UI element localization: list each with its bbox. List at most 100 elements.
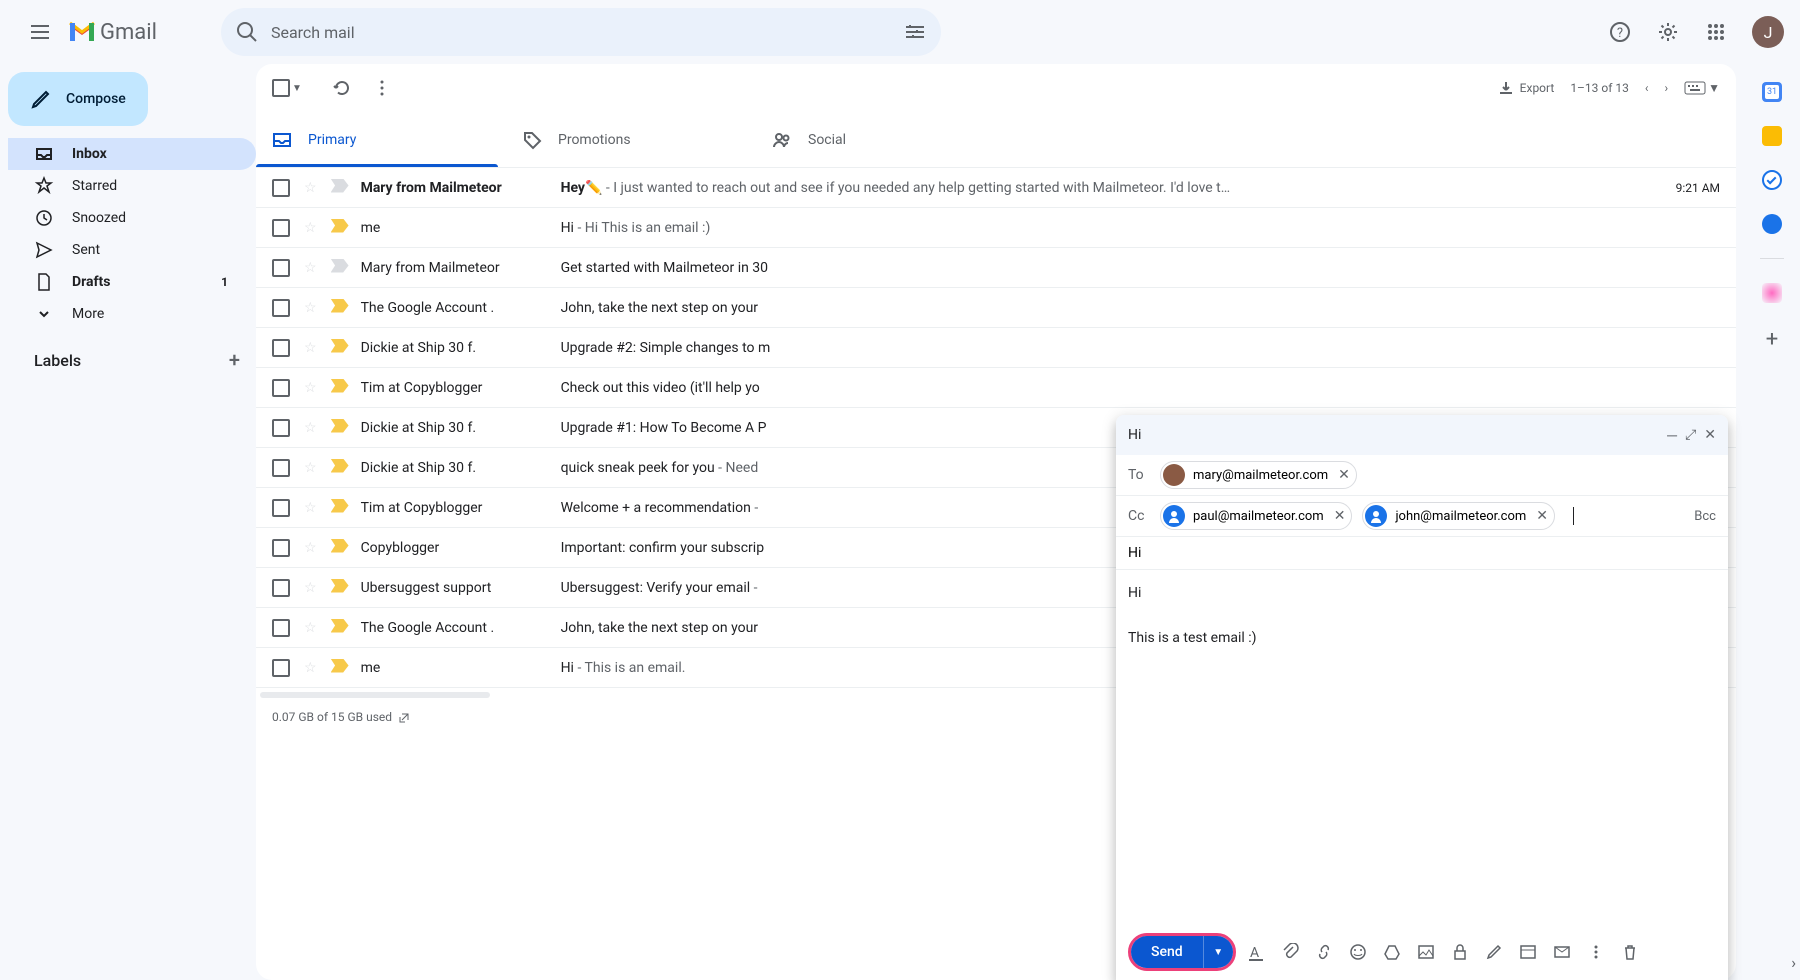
- attach-button[interactable]: [1280, 942, 1300, 962]
- importance-marker[interactable]: [331, 379, 349, 397]
- star-button[interactable]: ☆: [304, 380, 317, 396]
- tab-promotions[interactable]: Promotions: [506, 112, 756, 167]
- prev-page-button[interactable]: ‹: [1645, 81, 1649, 95]
- email-row[interactable]: ☆meHi - Hi This is an email :): [256, 208, 1736, 248]
- streak-app-icon[interactable]: [1762, 283, 1782, 303]
- star-button[interactable]: ☆: [304, 620, 317, 636]
- input-tools-button[interactable]: ▼: [1684, 81, 1720, 95]
- apps-button[interactable]: [1696, 12, 1736, 52]
- sidebar-item-sent[interactable]: Sent: [8, 234, 256, 266]
- remove-recipient-button[interactable]: ✕: [1338, 467, 1350, 483]
- importance-marker[interactable]: [331, 259, 349, 277]
- importance-marker[interactable]: [331, 299, 349, 317]
- row-checkbox[interactable]: [272, 379, 290, 397]
- row-checkbox[interactable]: [272, 499, 290, 517]
- more-button[interactable]: [362, 68, 402, 108]
- insert-drive-button[interactable]: [1382, 942, 1402, 962]
- main-menu-button[interactable]: [16, 8, 64, 56]
- insert-signature-button[interactable]: [1484, 942, 1504, 962]
- importance-marker[interactable]: [331, 659, 349, 677]
- settings-button[interactable]: [1648, 12, 1688, 52]
- row-checkbox[interactable]: [272, 219, 290, 237]
- star-button[interactable]: ☆: [304, 580, 317, 596]
- contacts-app-icon[interactable]: [1762, 214, 1782, 234]
- star-button[interactable]: ☆: [304, 180, 317, 196]
- insert-link-button[interactable]: [1314, 942, 1334, 962]
- sidebar-item-snoozed[interactable]: Snoozed: [8, 202, 256, 234]
- row-checkbox[interactable]: [272, 419, 290, 437]
- select-all-checkbox[interactable]: [272, 79, 290, 97]
- more-options-button[interactable]: [1586, 942, 1606, 962]
- recipient-chip[interactable]: paul@mailmeteor.com ✕: [1160, 502, 1352, 530]
- recipient-chip[interactable]: mary@mailmeteor.com ✕: [1160, 461, 1357, 489]
- sidebar-item-inbox[interactable]: Inbox: [8, 138, 256, 170]
- row-checkbox[interactable]: [272, 579, 290, 597]
- compose-button[interactable]: Compose: [8, 72, 148, 126]
- select-all-dropdown[interactable]: ▼: [292, 83, 302, 94]
- email-row[interactable]: ☆Mary from MailmeteorHey✏️ - I just want…: [256, 168, 1736, 208]
- compose-body[interactable]: Hi This is a test email :): [1116, 570, 1728, 924]
- discard-draft-button[interactable]: [1620, 942, 1640, 962]
- star-button[interactable]: ☆: [304, 260, 317, 276]
- send-options-button[interactable]: ▼: [1203, 936, 1233, 968]
- confidential-mode-button[interactable]: [1450, 942, 1470, 962]
- remove-recipient-button[interactable]: ✕: [1334, 508, 1346, 524]
- importance-marker[interactable]: [331, 499, 349, 517]
- tab-social[interactable]: Social: [756, 112, 1006, 167]
- send-button[interactable]: Send: [1131, 936, 1203, 968]
- account-avatar[interactable]: J: [1752, 16, 1784, 48]
- minimize-button[interactable]: ─: [1667, 427, 1677, 444]
- keep-app-icon[interactable]: [1762, 126, 1782, 146]
- star-button[interactable]: ☆: [304, 340, 317, 356]
- importance-marker[interactable]: [331, 179, 349, 197]
- add-app-button[interactable]: +: [1766, 327, 1778, 352]
- bcc-toggle[interactable]: Bcc: [1694, 509, 1716, 524]
- recipient-chip[interactable]: john@mailmeteor.com ✕: [1362, 502, 1555, 530]
- sidebar-item-starred[interactable]: Starred: [8, 170, 256, 202]
- row-checkbox[interactable]: [272, 659, 290, 677]
- next-page-button[interactable]: ›: [1665, 81, 1669, 95]
- sidebar-item-drafts[interactable]: Drafts1: [8, 266, 256, 298]
- open-in-new-icon[interactable]: [398, 710, 412, 724]
- row-checkbox[interactable]: [272, 539, 290, 557]
- row-checkbox[interactable]: [272, 179, 290, 197]
- row-checkbox[interactable]: [272, 339, 290, 357]
- subject-field[interactable]: Hi: [1116, 537, 1728, 570]
- email-row[interactable]: ☆Dickie at Ship 30 f.Upgrade #2: Simple …: [256, 328, 1736, 368]
- star-button[interactable]: ☆: [304, 540, 317, 556]
- export-button[interactable]: Export: [1498, 80, 1555, 96]
- refresh-button[interactable]: [322, 68, 362, 108]
- fullscreen-button[interactable]: ⤢: [1685, 427, 1696, 444]
- email-row[interactable]: ☆Mary from MailmeteorGet started with Ma…: [256, 248, 1736, 288]
- row-checkbox[interactable]: [272, 459, 290, 477]
- importance-marker[interactable]: [331, 339, 349, 357]
- support-button[interactable]: ?: [1600, 12, 1640, 52]
- sidebar-item-more[interactable]: More: [8, 298, 256, 330]
- row-checkbox[interactable]: [272, 259, 290, 277]
- side-panel-toggle[interactable]: ›: [1791, 953, 1796, 972]
- formatting-button[interactable]: A: [1246, 942, 1266, 962]
- importance-marker[interactable]: [331, 579, 349, 597]
- row-checkbox[interactable]: [272, 299, 290, 317]
- mailmeteor-button[interactable]: [1552, 942, 1572, 962]
- logo[interactable]: Gmail: [68, 20, 157, 45]
- importance-marker[interactable]: [331, 219, 349, 237]
- tab-primary[interactable]: Primary: [256, 112, 506, 167]
- importance-marker[interactable]: [331, 619, 349, 637]
- search-bar[interactable]: [221, 8, 941, 56]
- row-checkbox[interactable]: [272, 619, 290, 637]
- star-button[interactable]: ☆: [304, 420, 317, 436]
- insert-emoji-button[interactable]: [1348, 942, 1368, 962]
- star-button[interactable]: ☆: [304, 300, 317, 316]
- importance-marker[interactable]: [331, 539, 349, 557]
- email-row[interactable]: ☆Tim at CopybloggerCheck out this video …: [256, 368, 1736, 408]
- importance-marker[interactable]: [331, 419, 349, 437]
- add-label-button[interactable]: +: [229, 348, 240, 372]
- star-button[interactable]: ☆: [304, 460, 317, 476]
- close-compose-button[interactable]: ✕: [1704, 427, 1716, 444]
- star-button[interactable]: ☆: [304, 500, 317, 516]
- insert-template-button[interactable]: [1518, 942, 1538, 962]
- importance-marker[interactable]: [331, 459, 349, 477]
- email-row[interactable]: ☆The Google Account .John, take the next…: [256, 288, 1736, 328]
- search-input[interactable]: [271, 23, 903, 42]
